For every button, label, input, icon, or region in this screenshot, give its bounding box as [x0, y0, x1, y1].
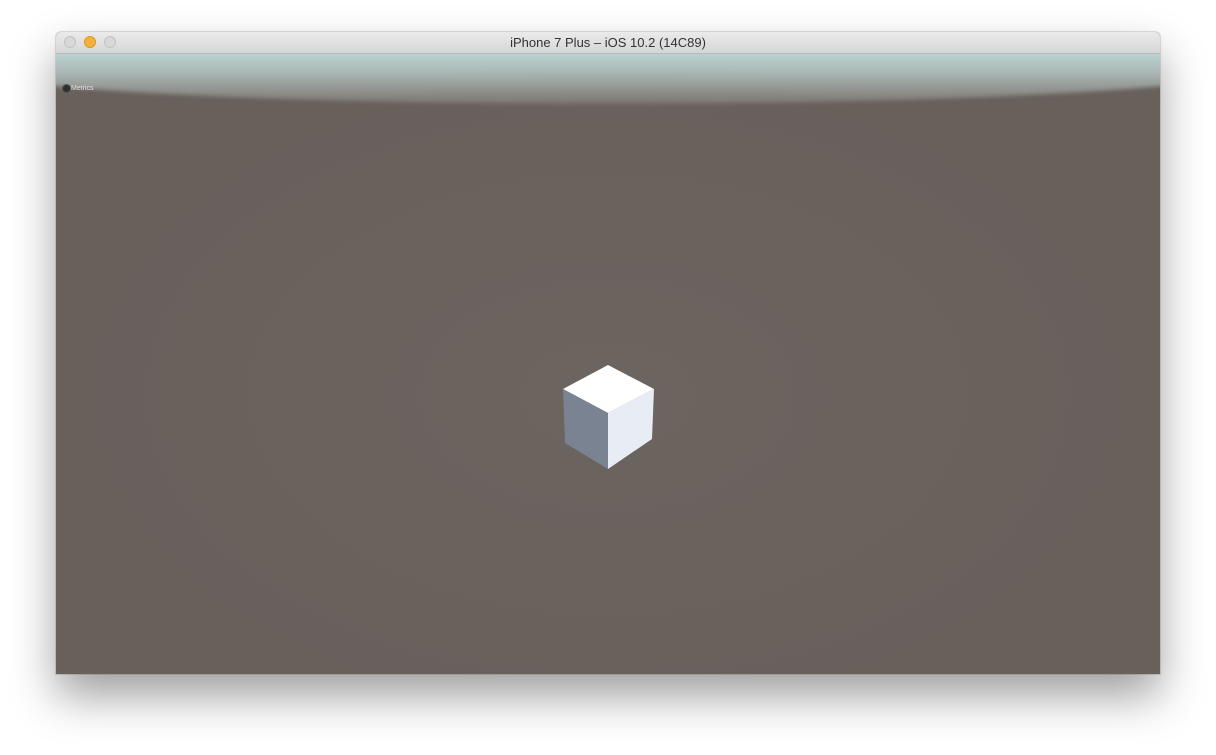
cube-object[interactable]: [560, 365, 656, 471]
window-title: iPhone 7 Plus – iOS 10.2 (14C89): [510, 35, 706, 50]
simulator-window: iPhone 7 Plus – iOS 10.2 (14C89) Metrics: [56, 32, 1160, 674]
metrics-indicator-icon: [63, 84, 70, 92]
metrics-label: Metrics: [71, 84, 94, 92]
scene-viewport[interactable]: Metrics: [56, 54, 1160, 674]
metrics-toggle[interactable]: Metrics: [63, 83, 94, 93]
title-bar[interactable]: iPhone 7 Plus – iOS 10.2 (14C89): [56, 32, 1160, 54]
floor-shading: [56, 54, 1160, 674]
